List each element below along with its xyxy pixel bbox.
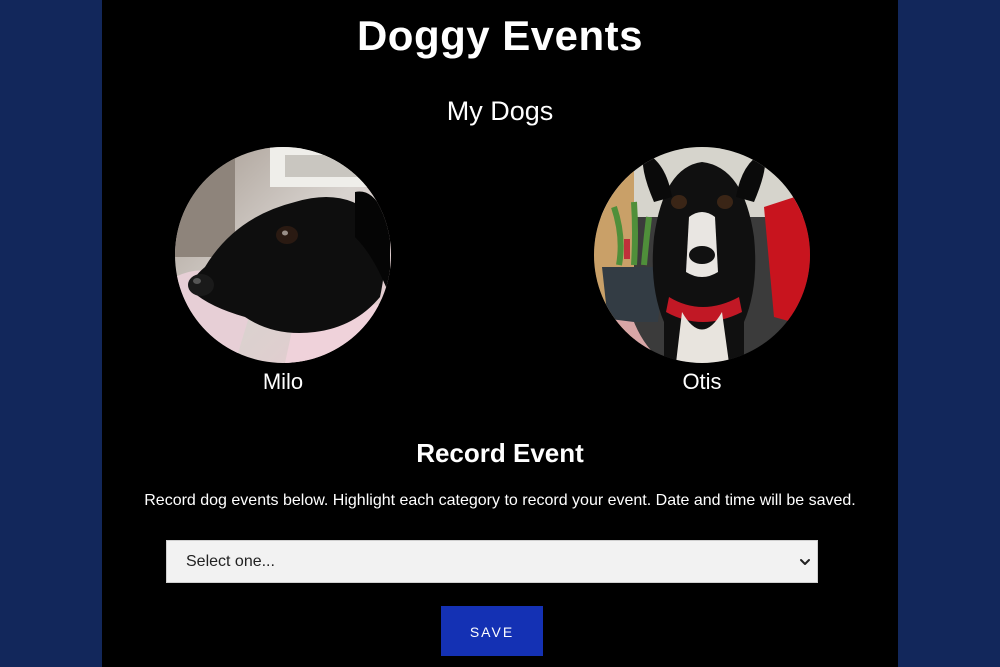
black-white-dog-photo-icon: [594, 147, 810, 363]
black-dog-photo-icon: [175, 147, 391, 363]
page-title: Doggy Events: [356, 12, 644, 59]
main-content: Doggy Events My Dogs Milo Otis Record Ev…: [102, 0, 898, 667]
record-event-description: Record dog events below. Highlight each …: [144, 492, 856, 509]
milo-photo[interactable]: [175, 147, 391, 363]
save-button[interactable]: SAVE: [441, 606, 543, 656]
dog-name-otis: Otis: [682, 369, 722, 394]
otis-photo[interactable]: [594, 147, 810, 363]
dog-card-milo[interactable]: Milo: [175, 147, 391, 395]
event-select-value: Select one...: [186, 553, 275, 570]
record-event-heading: Record Event: [416, 438, 584, 468]
event-category-select[interactable]: Select one...: [166, 540, 818, 583]
dog-name-milo: Milo: [262, 369, 304, 394]
my-dogs-heading: My Dogs: [446, 96, 554, 126]
dog-card-otis[interactable]: Otis: [594, 147, 810, 395]
chevron-down-icon: [800, 559, 810, 565]
